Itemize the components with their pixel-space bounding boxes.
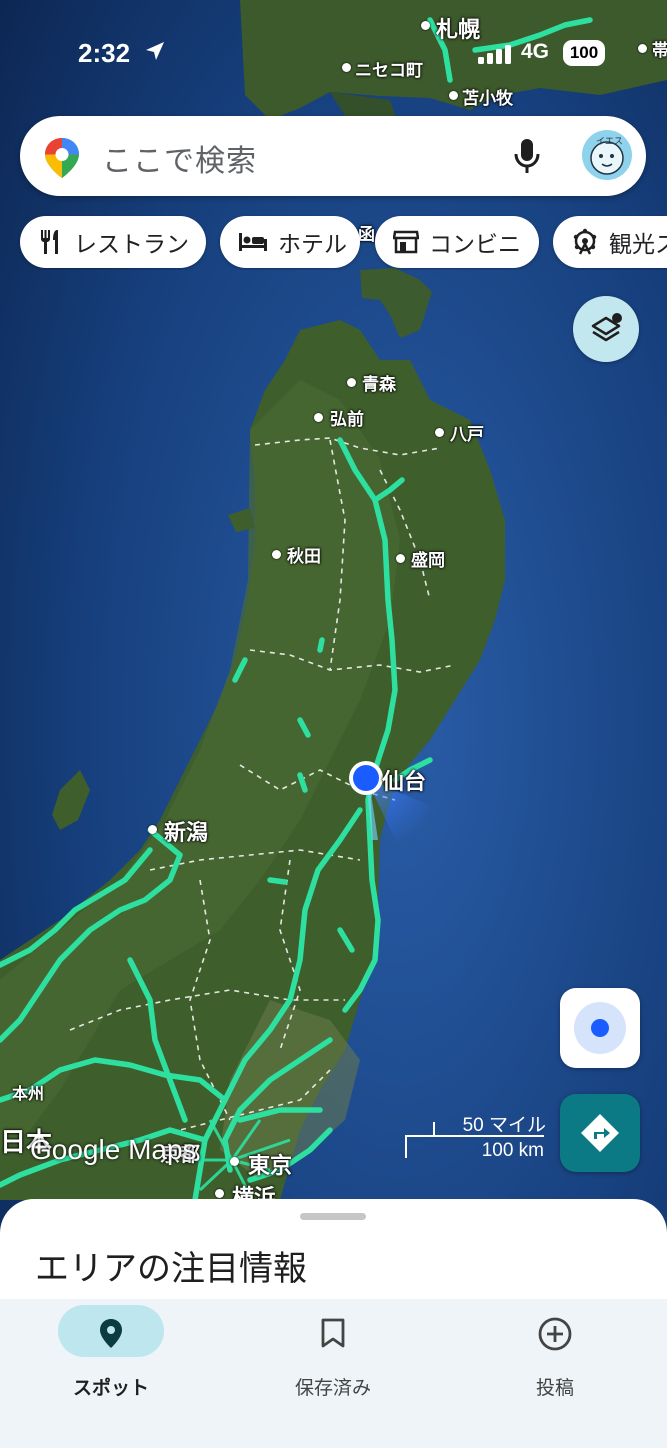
nav-item-spot[interactable]: スポット: [56, 1305, 216, 1415]
current-location-marker: [353, 765, 379, 791]
bottom-navigation: スポット 保存済み 投稿: [0, 1299, 667, 1448]
chip-hotel-label: ホテル: [278, 232, 347, 258]
add-circle-icon: [538, 1317, 572, 1351]
signal-icon: [478, 45, 511, 64]
battery-indicator: 100: [563, 40, 605, 66]
label-hachinohe[interactable]: 八戸: [450, 420, 484, 445]
label-hirosaki[interactable]: 弘前: [330, 405, 364, 430]
chip-convenience-store-label: コンビニ: [429, 232, 521, 258]
network-type: 4G: [521, 40, 550, 63]
place-icon: [100, 1319, 122, 1348]
search-bar[interactable]: ここで検索 イエス: [20, 116, 646, 196]
city-dot: [314, 413, 323, 422]
chip-attraction[interactable]: 観光ス: [553, 216, 667, 268]
restaurant-icon: [38, 228, 64, 256]
layers-button[interactable]: [573, 296, 639, 362]
chip-attraction-label: 観光ス: [609, 232, 667, 258]
label-niigata[interactable]: 新潟: [164, 815, 208, 847]
city-dot: [272, 550, 281, 559]
avatar[interactable]: イエス: [582, 130, 632, 180]
label-tokyo[interactable]: 東京: [248, 1148, 292, 1180]
sheet-drag-handle[interactable]: [300, 1213, 366, 1220]
city-dot: [396, 554, 405, 563]
my-location-button[interactable]: [560, 988, 640, 1068]
scale-miles: 50 マイル: [462, 1115, 546, 1136]
convenience-store-icon: [393, 230, 419, 254]
label-morioka[interactable]: 盛岡: [411, 546, 445, 571]
hotel-icon: [238, 231, 268, 253]
sheet-title: エリアの注目情報: [35, 1249, 307, 1289]
nav-label-saved: 保存済み: [294, 1377, 371, 1399]
bottom-sheet[interactable]: エリアの注目情報: [0, 1199, 667, 1309]
city-dot: [148, 825, 157, 834]
google-maps-pin-icon: [45, 138, 79, 178]
nav-item-post[interactable]: 投稿: [475, 1305, 635, 1415]
directions-button[interactable]: [560, 1094, 640, 1172]
scale-km: 100 km: [481, 1140, 544, 1161]
map-attribution: Google Maps: [30, 1134, 197, 1165]
microphone-icon[interactable]: [512, 136, 542, 176]
chip-convenience-store[interactable]: コンビニ: [375, 216, 539, 268]
city-dot: [215, 1189, 224, 1198]
chip-restaurant[interactable]: レストラン: [20, 216, 206, 268]
nav-item-saved[interactable]: 保存済み: [253, 1305, 413, 1415]
location-arrow-icon: [146, 42, 164, 60]
bookmark-icon: [321, 1318, 345, 1348]
city-dot: [347, 378, 356, 387]
chip-restaurant-label: レストラン: [74, 232, 189, 258]
label-aomori[interactable]: 青森: [362, 370, 396, 395]
label-sendai[interactable]: 仙台: [382, 764, 426, 796]
label-akita[interactable]: 秋田: [287, 542, 321, 567]
label-honshu[interactable]: 本州: [12, 1080, 44, 1104]
svg-text:イエス: イエス: [596, 137, 623, 147]
nav-label-spot: スポット: [72, 1377, 149, 1399]
city-dot: [435, 428, 444, 437]
map-scale: 50 マイル 100 km: [404, 1110, 554, 1166]
search-input[interactable]: ここで検索: [102, 136, 257, 180]
category-chips: レストラン ホテル コンビニ 観光ス: [0, 214, 667, 270]
city-dot: [230, 1157, 239, 1166]
my-location-icon: [574, 1002, 626, 1054]
attraction-icon: [571, 228, 599, 256]
chip-hotel[interactable]: ホテル: [220, 216, 360, 268]
layers-icon: [591, 313, 622, 342]
status-bar: 2:32 4G 100: [0, 0, 667, 110]
directions-icon: [581, 1114, 619, 1152]
status-time: 2:32: [78, 38, 131, 68]
avatar-face-icon: イエス: [590, 137, 624, 175]
nav-label-post: 投稿: [535, 1377, 574, 1399]
